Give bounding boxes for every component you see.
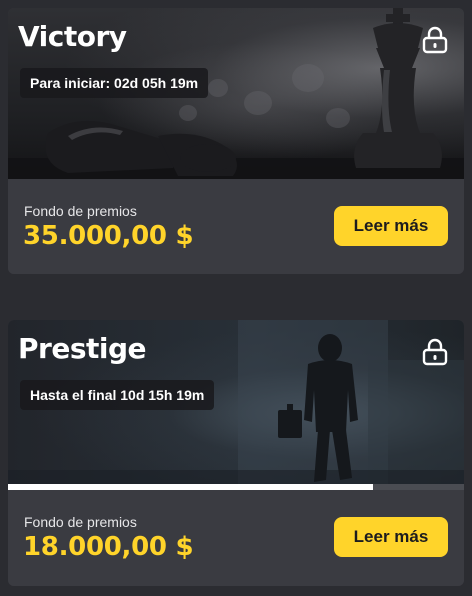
tournament-footer: Fondo de premios 18.000,00 $ Leer más <box>8 490 464 586</box>
countdown-timer: Hasta el final 10d 15h 19m <box>20 380 215 410</box>
tournament-title: Prestige <box>18 332 147 365</box>
tournament-card-victory[interactable]: Victory Para iniciar: 02d 05h 19m Fondo … <box>8 8 464 274</box>
tournament-footer: Fondo de premios 35.000,00 $ Leer más <box>8 179 464 274</box>
read-more-button[interactable]: Leer más <box>334 517 448 557</box>
prize-fund-value: 18.000,00 $ <box>23 532 194 562</box>
tournament-list: Victory Para iniciar: 02d 05h 19m Fondo … <box>0 0 472 596</box>
tournament-card-prestige[interactable]: Prestige Hasta el final 10d 15h 19m Fond… <box>8 320 464 586</box>
prize-fund-label: Fondo de premios <box>24 514 137 530</box>
prize-fund-label: Fondo de premios <box>24 203 137 219</box>
lock-icon <box>422 338 448 366</box>
tournament-title: Victory <box>18 20 127 53</box>
read-more-button[interactable]: Leer más <box>334 206 448 246</box>
tournament-banner: Prestige Hasta el final 10d 15h 19m <box>8 320 464 490</box>
tournament-banner: Victory Para iniciar: 02d 05h 19m <box>8 8 464 179</box>
prize-fund-value: 35.000,00 $ <box>23 221 194 251</box>
lock-icon <box>422 26 448 54</box>
countdown-timer: Para iniciar: 02d 05h 19m <box>20 68 209 98</box>
